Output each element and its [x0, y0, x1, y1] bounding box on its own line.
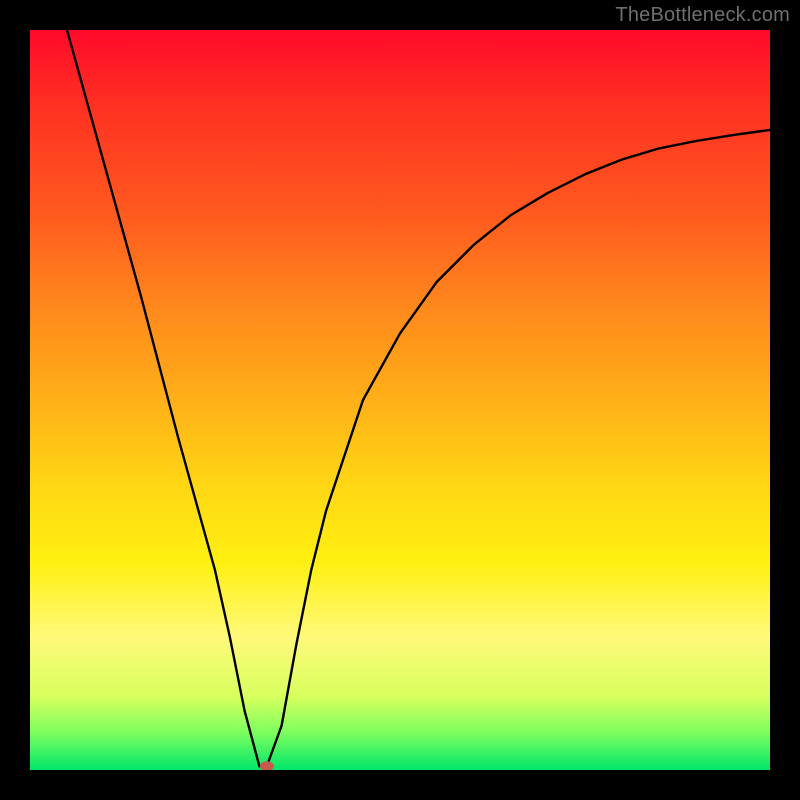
plot-area — [30, 30, 770, 770]
chart-frame: TheBottleneck.com — [0, 0, 800, 800]
watermark-text: TheBottleneck.com — [615, 4, 790, 27]
min-marker — [260, 761, 274, 770]
bottleneck-curve — [30, 30, 770, 770]
